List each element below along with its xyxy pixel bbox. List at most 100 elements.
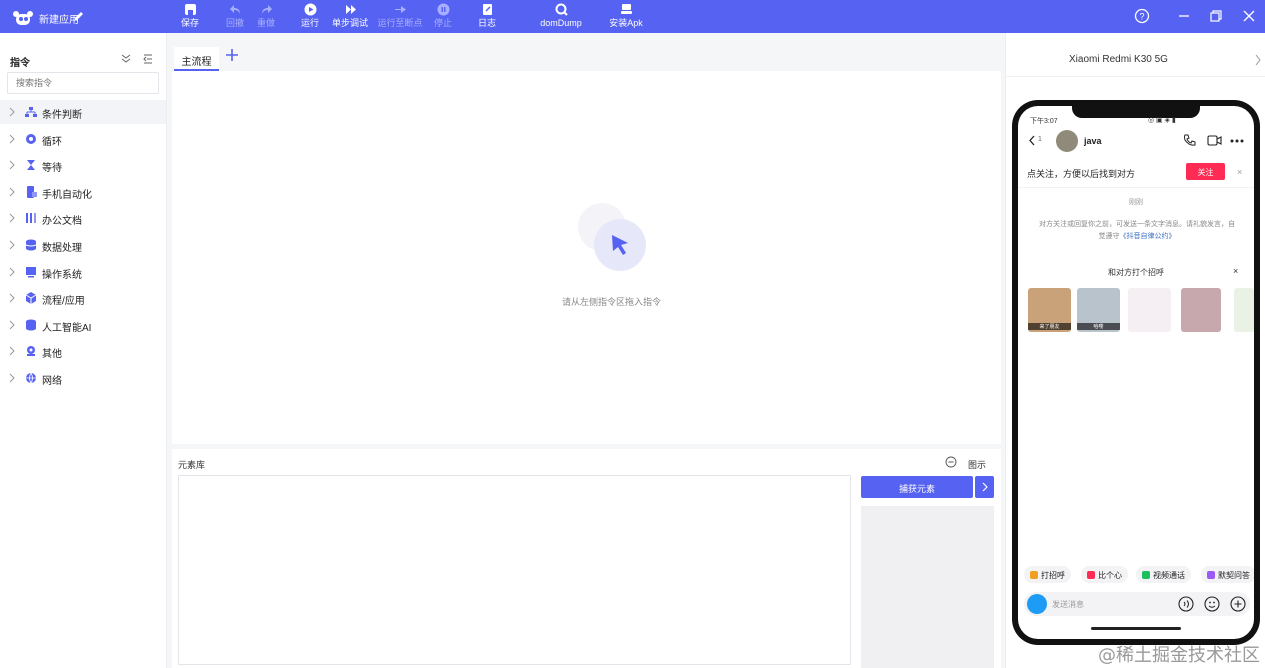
undo-label: 回撤 (225, 18, 244, 28)
undo-button[interactable]: 回撤 (222, 3, 248, 31)
sticker-item[interactable] (1181, 288, 1221, 332)
quick-action-greet[interactable]: 打招呼 (1024, 566, 1071, 583)
collapse-all-icon[interactable] (120, 53, 132, 65)
contact-name[interactable]: java (1084, 136, 1102, 146)
category-loop[interactable]: 循环 (0, 127, 166, 151)
camera-icon[interactable] (1027, 594, 1047, 614)
follow-close-icon[interactable]: × (1237, 167, 1242, 177)
loop-icon (26, 134, 36, 144)
quick-action-label: 默契问答 (1218, 571, 1250, 580)
flow-tabs: 主流程 (168, 33, 1003, 71)
add-tab-icon[interactable] (225, 48, 239, 62)
category-wait[interactable]: 等待 (0, 153, 166, 177)
phone-screen[interactable]: 下午3:07 ◎ ▣ ◈ ▮ 1 java 点关注，方便以后找到对方 关注 × … (1018, 106, 1254, 639)
plus-icon[interactable] (1230, 596, 1246, 612)
run-to-breakpoint-button[interactable]: 运行至断点 (377, 3, 423, 31)
step-icon (345, 5, 356, 14)
restore-icon[interactable] (1208, 8, 1224, 24)
globe-icon (26, 372, 36, 384)
pencil-icon[interactable] (73, 10, 85, 22)
device-header[interactable]: Xiaomi Redmi K30 5G (1006, 33, 1265, 77)
category-data[interactable]: 数据处理 (0, 233, 166, 257)
category-network[interactable]: 网络 (0, 366, 166, 390)
close-icon[interactable] (1241, 8, 1257, 24)
category-ai[interactable]: 人工智能AI (0, 313, 166, 337)
category-office-doc[interactable]: 办公文档 (0, 206, 166, 230)
category-phone-automation[interactable]: 手机自动化 (0, 180, 166, 204)
sidebar-title: 指令 (10, 58, 30, 69)
device-name: Xiaomi Redmi K30 5G (1069, 54, 1168, 65)
redo-button[interactable]: 重做 (253, 3, 279, 31)
phone-call-icon[interactable] (1183, 134, 1196, 147)
redo-icon (261, 5, 272, 14)
log-button[interactable]: 日志 (474, 3, 500, 31)
play-icon (304, 3, 316, 16)
chevron-right-icon (9, 267, 15, 277)
category-label: 办公文档 (42, 216, 82, 227)
capture-element-button[interactable]: 捕获元素 (861, 476, 973, 498)
tab-main-flow[interactable]: 主流程 (174, 47, 219, 71)
dom-dump-button[interactable]: domDump (536, 3, 586, 31)
empty-hint: 请从左侧指令区拖入指令 (562, 297, 662, 307)
message-time: 刚刚 (1129, 199, 1143, 206)
stop-button[interactable]: 停止 (431, 3, 455, 31)
greet-close-icon[interactable]: × (1233, 266, 1238, 276)
category-other[interactable]: 其他 (0, 339, 166, 363)
capture-more-button[interactable] (975, 476, 994, 498)
voice-icon[interactable] (1178, 596, 1194, 612)
follow-button[interactable]: 关注 (1186, 163, 1225, 180)
save-button[interactable]: 保存 (178, 3, 202, 31)
sticker-item[interactable] (1128, 288, 1171, 332)
quiz-icon (1207, 571, 1215, 579)
category-label: 流程/应用 (42, 296, 85, 307)
dom-dump-label: domDump (540, 18, 582, 28)
step-debug-button[interactable]: 单步调试 (330, 3, 370, 31)
phone-frame: 下午3:07 ◎ ▣ ◈ ▮ 1 java 点关注，方便以后找到对方 关注 × … (1012, 100, 1260, 645)
undo-icon (229, 5, 240, 14)
chevron-right-icon[interactable] (1254, 54, 1262, 66)
minus-circle-icon[interactable] (945, 456, 957, 468)
minimize-icon[interactable] (1176, 8, 1192, 24)
editor-area: 主流程 请从左侧指令区拖入指令 元素库 图示 捕获元素 (168, 33, 1003, 668)
quick-action-heart[interactable]: 比个心 (1081, 566, 1128, 583)
follow-bar: 点关注，方便以后找到对方 关注 × (1018, 156, 1254, 188)
wave-icon (1030, 571, 1038, 579)
home-indicator (1091, 627, 1181, 630)
video-call-icon[interactable] (1207, 134, 1222, 147)
stop-icon (437, 3, 449, 16)
run-button[interactable]: 运行 (297, 3, 323, 31)
category-condition[interactable]: 条件判断 (0, 100, 166, 124)
run-label: 运行 (300, 18, 319, 28)
category-os[interactable]: 操作系统 (0, 260, 166, 284)
avatar[interactable] (1056, 130, 1078, 152)
message-input-bar[interactable]: 发送消息 (1024, 592, 1250, 616)
sticker-item[interactable]: 来了朋友 (1028, 288, 1071, 332)
chevron-right-icon (9, 107, 15, 117)
quick-action-video[interactable]: 视频通话 (1136, 566, 1191, 583)
fold-panel-icon[interactable] (142, 53, 154, 65)
diagram-toggle[interactable]: 图示 (968, 458, 986, 471)
element-list[interactable] (178, 475, 851, 665)
follow-prompt: 点关注，方便以后找到对方 (1027, 169, 1136, 179)
chevron-right-icon (9, 134, 15, 144)
quick-action-quiz[interactable]: 默契问答 (1201, 566, 1254, 583)
command-search-input[interactable] (7, 72, 159, 94)
back-arrow-icon[interactable] (1028, 135, 1036, 146)
condition-icon (25, 107, 37, 117)
sticker-item[interactable]: 哈喽 (1077, 288, 1120, 332)
help-icon[interactable]: ? (1134, 8, 1150, 24)
flow-canvas[interactable]: 请从左侧指令区拖入指令 (172, 71, 1001, 444)
sticker-item[interactable] (1234, 288, 1254, 332)
install-apk-button[interactable]: 安装Apk (608, 3, 644, 31)
database-icon (25, 239, 37, 251)
unread-count: 1 (1038, 136, 1042, 143)
emoji-icon[interactable] (1204, 596, 1220, 612)
more-icon[interactable] (1230, 139, 1244, 143)
category-flow-app[interactable]: 流程/应用 (0, 286, 166, 310)
chevron-right-icon (982, 482, 988, 492)
step-debug-label: 单步调试 (331, 18, 368, 28)
element-preview (861, 506, 994, 668)
message-placeholder: 发送消息 (1052, 600, 1084, 609)
notice-link[interactable]: 《抖音自律公约》 (1120, 233, 1176, 240)
svg-text:?: ? (1139, 12, 1144, 22)
